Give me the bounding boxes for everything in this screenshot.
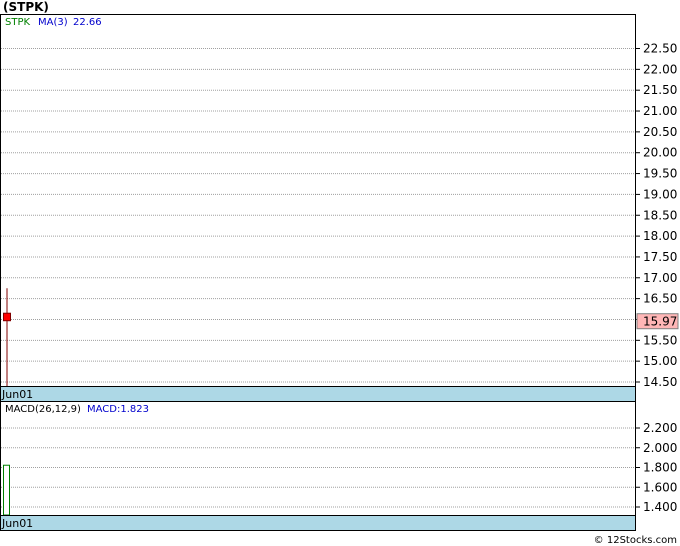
macd-tick-label: 1.800: [643, 461, 677, 475]
macd-tick-label: 1.400: [643, 500, 677, 514]
macd-legend-label: MACD(26,12,9): [5, 404, 81, 415]
macd-date-band: [0, 515, 636, 531]
price-tick-label: 21.50: [643, 83, 677, 97]
price-tick-label: 19.00: [643, 187, 677, 201]
price-panel: 22.50 22.00 21.50 21.00 20.50 20.00 19.50 19.00…: [0, 14, 679, 402]
price-tick-label: 22.50: [643, 42, 677, 56]
price-tick-label: 14.50: [643, 375, 677, 389]
price-tick-label: 22.00: [643, 62, 677, 76]
price-tick-label: 18.00: [643, 229, 677, 243]
price-tick-label: 19.50: [643, 167, 677, 181]
candle-body: [3, 312, 11, 322]
price-plot-area: [0, 14, 636, 387]
macd-tick-label: 2.200: [643, 421, 677, 435]
price-tick-label: 21.00: [643, 104, 677, 118]
price-date-band: [0, 386, 636, 402]
stock-chart: (STPK) 22.50 22.00 21.50 21.00 20.50 20.00 19.…: [0, 0, 679, 546]
macd-plot-area: [0, 401, 636, 516]
macd-x-label: Jun01: [1, 517, 33, 530]
price-tick-label: 18.50: [643, 208, 677, 222]
macd-bars: [3, 464, 10, 516]
macd-bar: [3, 464, 10, 516]
price-tick-label: 15.50: [643, 333, 677, 347]
last-price-label: 15.97: [643, 315, 677, 329]
macd-tick-label: 1.600: [643, 480, 677, 494]
price-tick-label: 16.50: [643, 292, 677, 306]
legend-ma-label: MA(3): [38, 17, 68, 28]
price-tick-label: 17.50: [643, 250, 677, 264]
price-y-axis: 22.50 22.00 21.50 21.00 20.50 20.00 19.50 19.00…: [635, 42, 677, 389]
price-tick-label: 17.00: [643, 271, 677, 285]
last-price-marker: 15.97: [636, 313, 679, 330]
macd-legend-value: MACD:1.823: [87, 404, 149, 415]
price-tick-label: 15.00: [643, 354, 677, 368]
legend-ma-value: 22.66: [73, 17, 102, 28]
chart-title: (STPK): [3, 0, 49, 14]
price-tick-label: 20.50: [643, 125, 677, 139]
macd-tick-label: 2.000: [643, 441, 677, 455]
price-x-label: Jun01: [1, 388, 33, 401]
macd-y-axis: 2.200 2.000 1.800 1.600 1.400: [635, 421, 677, 514]
macd-panel: 2.2002.0001.8001.6001.400 MACD(26,12,9) …: [0, 401, 677, 531]
price-tick-label: 20.00: [643, 146, 677, 160]
footer-credit: © 12Stocks.com: [594, 535, 677, 546]
legend-ticker: STPK: [5, 17, 30, 28]
